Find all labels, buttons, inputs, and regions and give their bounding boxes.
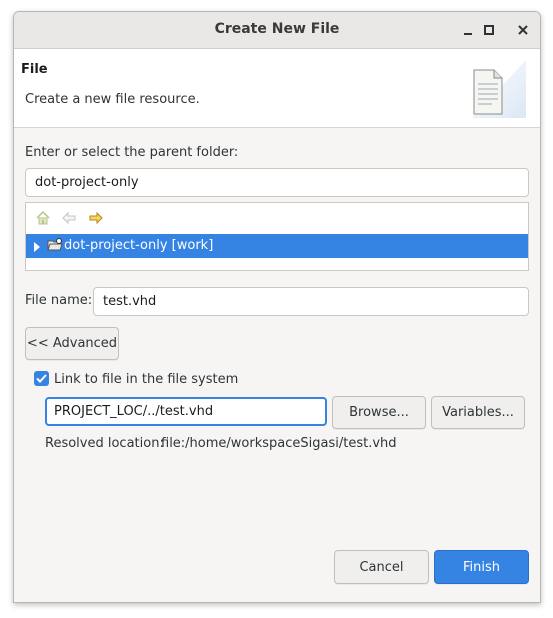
- back-arrow-icon[interactable]: [61, 210, 77, 230]
- finish-button[interactable]: Finish: [434, 550, 529, 584]
- tree-item-dot-project-only[interactable]: dot-project-only [work]: [26, 234, 528, 258]
- forward-arrow-icon[interactable]: [88, 210, 104, 230]
- file-name-label: File name:: [25, 293, 93, 308]
- create-new-file-dialog: Create New File File Create a new file r…: [13, 11, 541, 603]
- home-icon[interactable]: [35, 210, 51, 230]
- resolved-location-label: Resolved location:: [45, 436, 164, 451]
- advanced-toggle-button[interactable]: << Advanced: [25, 327, 119, 360]
- expand-triangle-icon[interactable]: [33, 241, 41, 256]
- variables-button[interactable]: Variables...: [431, 396, 525, 429]
- parent-folder-input[interactable]: dot-project-only: [25, 168, 529, 197]
- parent-folder-label: Enter or select the parent folder:: [25, 145, 239, 160]
- maximize-icon[interactable]: [479, 20, 499, 40]
- link-file-checkbox[interactable]: [34, 371, 49, 386]
- close-icon[interactable]: [513, 20, 533, 40]
- file-wizard-icon: [462, 54, 526, 126]
- folder-tree[interactable]: dot-project-only [work]: [25, 202, 529, 271]
- checkmark-icon: [36, 374, 47, 383]
- tree-toolbar: [26, 203, 528, 233]
- tree-item-label: dot-project-only [work]: [64, 238, 214, 253]
- minimize-icon[interactable]: [458, 20, 478, 40]
- page-description: Create a new file resource.: [25, 92, 200, 107]
- cancel-button[interactable]: Cancel: [334, 550, 429, 584]
- file-name-input[interactable]: test.vhd: [93, 287, 529, 316]
- resolved-location-value: file:/home/workspaceSigasi/test.vhd: [161, 436, 397, 451]
- link-location-input[interactable]: PROJECT_LOC/../test.vhd: [45, 397, 327, 426]
- link-file-label[interactable]: Link to file in the file system: [54, 372, 238, 387]
- page-title: File: [21, 62, 48, 77]
- folder-icon: [47, 237, 63, 257]
- titlebar: Create New File: [14, 12, 540, 49]
- browse-button[interactable]: Browse...: [332, 396, 426, 429]
- wizard-header: File Create a new file resource.: [14, 49, 540, 128]
